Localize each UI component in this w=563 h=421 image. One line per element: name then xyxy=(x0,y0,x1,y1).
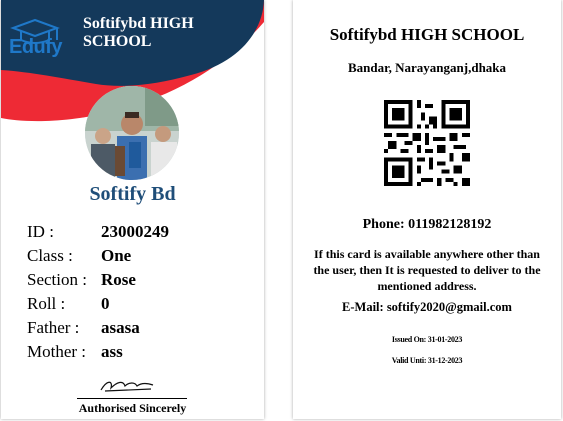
info-row-id: ID : 23000249 xyxy=(27,220,257,244)
info-value: Rose xyxy=(101,270,136,289)
signature-label: Authorised Sincerely xyxy=(78,401,187,415)
info-value: ass xyxy=(101,342,123,361)
info-label: Section : xyxy=(27,270,87,289)
info-value: 0 xyxy=(101,294,110,313)
info-label: Father : xyxy=(27,318,80,337)
holder-name: Softify Bd xyxy=(89,183,176,205)
signature-image xyxy=(100,381,154,392)
email-address: E-Mail: softify2020@gmail.com xyxy=(342,300,512,314)
qr-code xyxy=(384,100,470,186)
info-label: Mother : xyxy=(27,342,87,361)
info-row-father: Father : asasa xyxy=(27,316,257,340)
school-name: Softifybd HIGH SCHOOL xyxy=(329,25,525,44)
valid-until-date: Valid Unti: 31-12-2023 xyxy=(391,356,463,365)
id-card-front: Edufy Softifybd HIGH SCHOOL Softify Bd I… xyxy=(1,0,264,419)
school-name: Softifybd HIGH SCHOOL xyxy=(83,15,194,50)
info-value: One xyxy=(101,246,132,265)
student-photo xyxy=(85,86,179,180)
logo-text: Edufy xyxy=(9,36,63,58)
school-address: Bandar, Narayanganj,dhaka xyxy=(347,60,507,75)
info-label: Class : xyxy=(27,246,73,265)
info-label: Roll : xyxy=(27,294,66,313)
signature-line xyxy=(77,398,187,399)
info-value: 23000249 xyxy=(101,222,169,241)
info-row-mother: Mother : ass xyxy=(27,340,257,364)
phone-number: Phone: 011982128192 xyxy=(362,217,492,232)
info-row-roll: Roll : 0 xyxy=(27,292,257,316)
info-row-class: Class : One xyxy=(27,244,257,268)
student-info: ID : 23000249 Class : One Section : Rose… xyxy=(27,220,257,364)
id-card-back: Softifybd HIGH SCHOOL Bandar, Narayangan… xyxy=(293,0,561,419)
info-row-section: Section : Rose xyxy=(27,268,257,292)
info-label: ID : xyxy=(27,222,54,241)
issued-date: Issued On: 31-01-2023 xyxy=(391,335,463,344)
return-notice: If this card is available anywhere other… xyxy=(313,247,541,293)
info-value: asasa xyxy=(101,318,140,337)
